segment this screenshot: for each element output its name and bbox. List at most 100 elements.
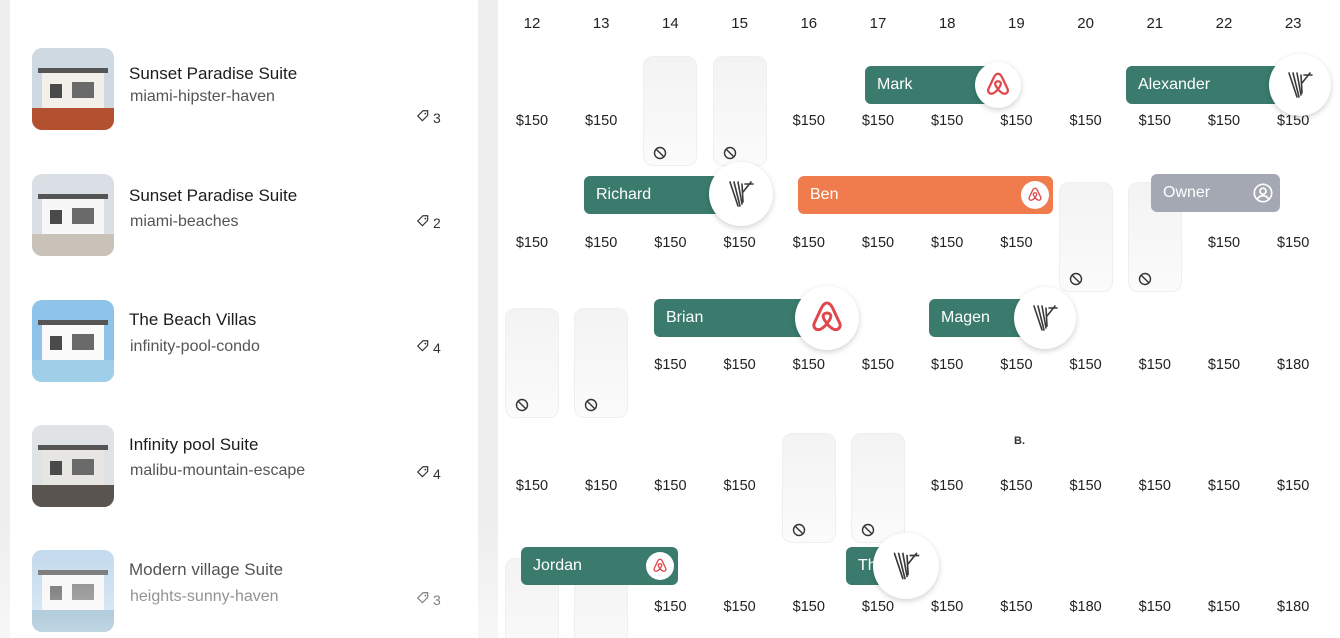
nightly-price[interactable]: $150 [917, 599, 977, 615]
blocked-day-cell[interactable] [1058, 182, 1113, 292]
property-thumbnail [32, 300, 114, 382]
nightly-price[interactable]: $150 [779, 599, 839, 615]
nightly-price[interactable]: $150 [1194, 599, 1254, 615]
nightly-price[interactable]: $150 [1056, 478, 1116, 494]
listing-count: 3 [416, 591, 441, 608]
nightly-price[interactable]: $150 [779, 357, 839, 373]
guest-name: Owner [1163, 184, 1211, 201]
nightly-price[interactable]: $150 [1125, 357, 1185, 373]
nightly-price[interactable]: $150 [640, 599, 700, 615]
nightly-price[interactable]: $150 [1194, 357, 1254, 373]
day-header: 17 [869, 15, 887, 32]
nightly-price[interactable]: $150 [571, 478, 631, 494]
reservation-bar-owner[interactable]: Owner [1151, 174, 1280, 212]
nightly-price[interactable]: $150 [1263, 235, 1323, 251]
vrbo-icon[interactable] [1014, 287, 1076, 349]
day-header: 20 [1077, 15, 1094, 32]
day-header: 14 [662, 15, 679, 32]
property-row[interactable]: Sunset Paradise Suite miami-beaches 2 [10, 154, 478, 280]
nightly-price[interactable]: $180 [1263, 599, 1323, 615]
listing-count-value: 3 [433, 591, 441, 608]
tag-icon [416, 465, 430, 482]
nightly-price[interactable]: $150 [502, 478, 562, 494]
blocked-day-cell[interactable] [712, 56, 767, 166]
nightly-price[interactable]: $150 [1263, 478, 1323, 494]
nightly-price[interactable]: $150 [1194, 478, 1254, 494]
nightly-price[interactable]: $150 [571, 235, 631, 251]
nightly-price[interactable]: $150 [502, 235, 562, 251]
property-row[interactable]: The Beach Villas infinity-pool-condo 4 [10, 280, 478, 406]
airbnb-icon[interactable] [975, 62, 1021, 108]
day-header: 13 [592, 15, 610, 32]
property-name: Sunset Paradise Suite [129, 64, 298, 83]
nightly-price[interactable]: $150 [917, 478, 977, 494]
day-header: 15 [731, 15, 748, 32]
nightly-price[interactable]: $150 [640, 478, 700, 494]
day-header: 23 [1284, 15, 1302, 32]
property-slug: malibu-mountain-escape [130, 462, 306, 479]
listing-count: 4 [416, 465, 441, 482]
reservation-bar-ben[interactable]: Ben [798, 176, 1053, 214]
nightly-price[interactable]: $150 [917, 113, 977, 129]
day-header: 18 [938, 15, 956, 32]
nightly-price[interactable]: $150 [710, 357, 770, 373]
vrbo-icon[interactable] [1269, 54, 1331, 116]
property-name: Modern village Suite [129, 560, 284, 579]
nightly-price[interactable]: $150 [1194, 113, 1254, 129]
listing-count-value: 4 [433, 465, 441, 482]
blocked-day-cell[interactable] [781, 433, 836, 543]
blocked-day-cell[interactable] [505, 308, 559, 418]
listing-count-value: 2 [433, 214, 441, 231]
listing-count-value: 3 [433, 109, 441, 126]
property-slug: miami-hipster-haven [130, 88, 275, 105]
nightly-price[interactable]: $150 [848, 113, 908, 129]
marker-label: B. [1014, 435, 1025, 447]
nightly-price[interactable]: $150 [502, 113, 562, 129]
nightly-price[interactable]: $150 [779, 235, 839, 251]
nightly-price[interactable]: $180 [1263, 357, 1323, 373]
nightly-price[interactable]: $150 [986, 478, 1046, 494]
vrbo-icon[interactable] [709, 162, 773, 226]
nightly-price[interactable]: $150 [986, 357, 1046, 373]
nightly-price[interactable]: $150 [848, 357, 908, 373]
nightly-price[interactable]: $150 [917, 357, 977, 373]
property-row[interactable]: Sunset Paradise Suite miami-hipster-have… [10, 28, 478, 154]
listing-count-value: 4 [433, 339, 441, 356]
nightly-price[interactable]: $150 [1056, 113, 1116, 129]
nightly-price[interactable]: $150 [1125, 478, 1185, 494]
property-row[interactable]: Infinity pool Suite malibu-mountain-esca… [10, 405, 478, 531]
property-row[interactable]: Modern village Suite heights-sunny-haven… [10, 530, 478, 638]
nightly-price[interactable]: $150 [640, 235, 700, 251]
nightly-price[interactable]: $150 [848, 235, 908, 251]
airbnb-icon[interactable] [795, 286, 859, 350]
nightly-price[interactable]: $150 [710, 235, 770, 251]
nightly-price[interactable]: $150 [1125, 599, 1185, 615]
nightly-price[interactable]: $150 [1125, 113, 1185, 129]
property-slug: infinity-pool-condo [130, 338, 260, 355]
nightly-price[interactable]: $180 [1056, 599, 1116, 615]
blocked-icon [653, 146, 667, 160]
blocked-icon [1069, 272, 1083, 286]
nightly-price[interactable]: $150 [710, 478, 770, 494]
guest-name: Jordan [533, 557, 582, 574]
blocked-icon [861, 523, 875, 537]
nightly-price[interactable]: $150 [710, 599, 770, 615]
nightly-price[interactable]: $150 [571, 113, 631, 129]
day-header: 19 [1008, 15, 1025, 32]
nightly-price[interactable]: $150 [1194, 235, 1254, 251]
property-thumbnail [32, 550, 114, 632]
nightly-price[interactable]: $150 [848, 599, 908, 615]
vrbo-icon[interactable] [873, 533, 939, 599]
nightly-price[interactable]: $150 [986, 235, 1046, 251]
nightly-price[interactable]: $150 [640, 357, 700, 373]
nightly-price[interactable]: $150 [986, 113, 1046, 129]
reservation-bar-jordan[interactable]: Jordan [521, 547, 678, 585]
nightly-price[interactable]: $150 [917, 235, 977, 251]
nightly-price[interactable]: $150 [1056, 357, 1116, 373]
blocked-day-cell[interactable] [643, 56, 698, 166]
day-header: 16 [800, 15, 818, 32]
nightly-price[interactable]: $150 [986, 599, 1046, 615]
blocked-day-cell[interactable] [574, 308, 629, 418]
nightly-price[interactable]: $150 [779, 113, 839, 129]
blocked-day-cell[interactable] [851, 433, 905, 543]
